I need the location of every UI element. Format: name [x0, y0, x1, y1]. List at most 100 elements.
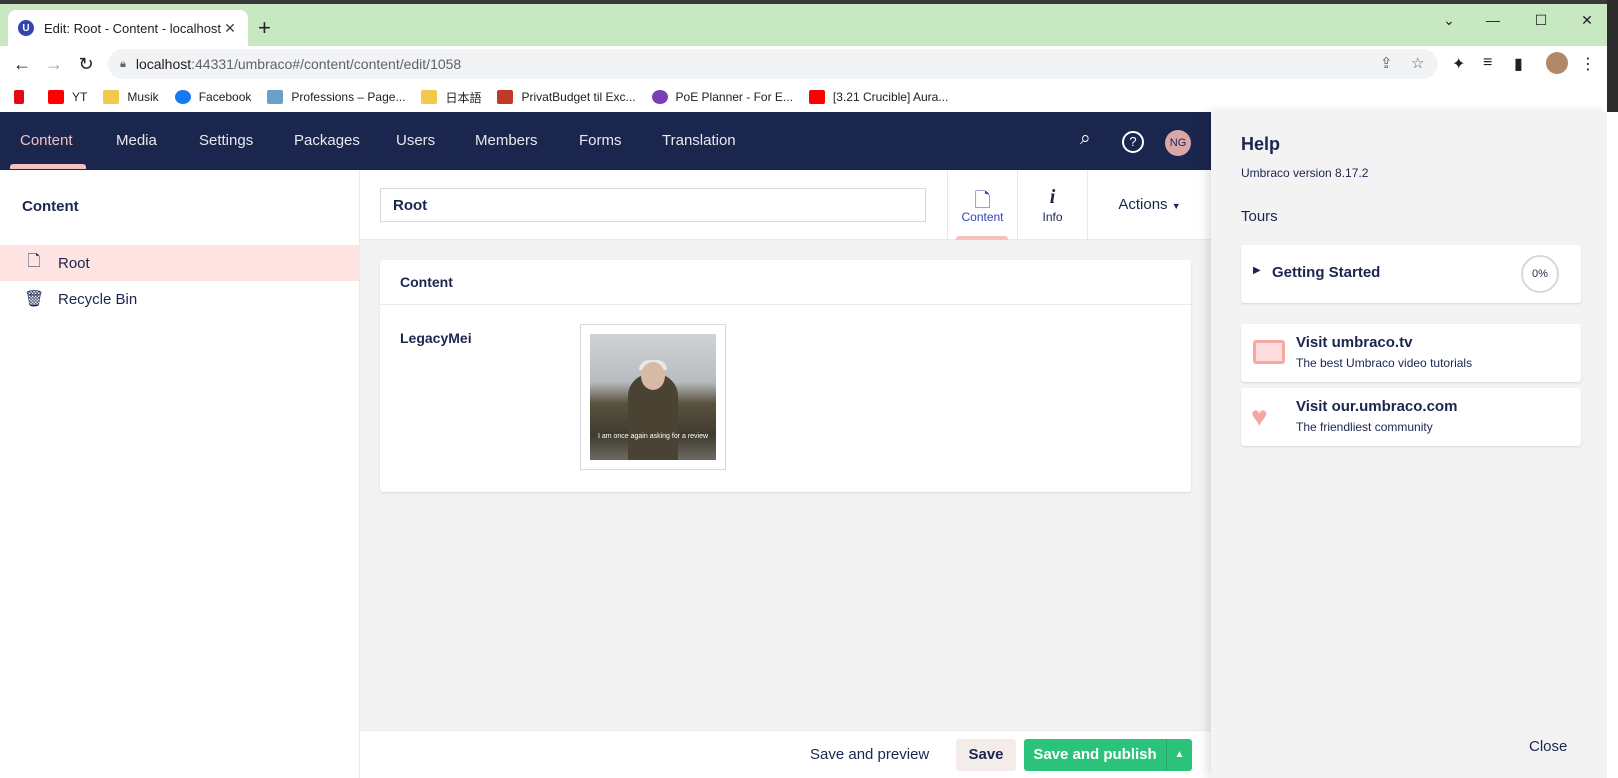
close-tab-icon[interactable]: ✕ — [222, 20, 238, 37]
active-section-indicator — [10, 164, 86, 169]
save-button[interactable]: Save — [956, 739, 1016, 771]
tab-info[interactable]: i Info — [1017, 170, 1087, 240]
caret-right-icon: ▶ — [1253, 265, 1261, 276]
tree-item-root[interactable]: 🗋︎ Root — [0, 245, 359, 281]
profile-avatar[interactable] — [1546, 52, 1568, 74]
side-panel-icon[interactable]: ▮ — [1514, 54, 1523, 74]
tour-getting-started[interactable]: ▶ Getting Started 0% — [1241, 245, 1581, 303]
bookmark-poe-planner[interactable]: PoE Planner - For E... — [651, 90, 793, 104]
media-thumbnail-image: I am once again asking for a review — [590, 334, 716, 460]
save-and-preview-button[interactable]: Save and preview — [810, 739, 929, 771]
url-path: :44331/umbraco#/content/content/edit/105… — [191, 56, 462, 72]
browser-tab-title: Edit: Root - Content - localhost — [44, 20, 222, 36]
bookmark-privatbudget[interactable]: PrivatBudget til Exc... — [497, 90, 636, 104]
new-tab-icon[interactable]: + — [258, 16, 271, 40]
back-icon[interactable]: ← — [10, 52, 34, 76]
folder-icon — [103, 90, 120, 104]
tours-heading: Tours — [1241, 208, 1278, 225]
editor-footer: Save and preview Save Save and publish ▲ — [360, 730, 1211, 778]
link-umbraco-tv[interactable]: Visit umbraco.tv The best Umbraco video … — [1241, 324, 1581, 382]
bookmark-japanese[interactable]: 日本語 — [421, 89, 481, 106]
group-title: Content — [380, 260, 1191, 305]
reload-icon[interactable]: ↻ — [74, 52, 98, 76]
browser-tab-bar: U Edit: Root - Content - localhost ✕ + ⌄… — [0, 4, 1618, 46]
heart-icon: ♥ — [1251, 401, 1268, 432]
share-icon[interactable]: ⇪ — [1380, 49, 1393, 79]
forward-icon[interactable]: → — [42, 52, 66, 76]
bookmark-star-icon[interactable]: ☆ — [1411, 49, 1424, 79]
property-group-card: Content LegacyMei I am once again asking… — [380, 260, 1191, 492]
content-tree: Content 🗋︎ Root 🗑︎ Recycle Bin — [0, 170, 360, 778]
tab-label: Info — [1042, 210, 1063, 224]
active-tab-indicator — [956, 236, 1008, 240]
menu-kebab-icon[interactable]: ⋮ — [1580, 54, 1596, 74]
umbraco-header: Content Media Settings Packages Users Me… — [0, 112, 1211, 170]
node-name-input[interactable] — [380, 188, 926, 222]
close-button[interactable]: Close — [1529, 738, 1567, 755]
link-subtitle: The best Umbraco video tutorials — [1296, 356, 1473, 370]
actions-button[interactable]: Actions ▼ — [1087, 170, 1211, 240]
bookmark-netflix[interactable] — [14, 90, 32, 104]
user-avatar[interactable]: NG — [1165, 130, 1191, 156]
minimize-icon[interactable]: — — [1483, 12, 1503, 28]
tab-search-chevron-icon[interactable]: ⌄ — [1439, 12, 1459, 29]
facebook-icon — [174, 90, 191, 104]
bookmark-yt[interactable]: YT — [48, 90, 87, 104]
umbraco-favicon-icon: U — [18, 20, 34, 36]
bookmark-crucible[interactable]: [3.21 Crucible] Aura... — [808, 90, 948, 104]
browser-window: { "browser": { "tab_title": "Edit: Root … — [0, 0, 1618, 778]
netflix-icon — [14, 90, 24, 104]
maximize-icon[interactable]: ☐ — [1531, 12, 1551, 29]
extensions-icon[interactable]: ✦ — [1452, 54, 1465, 74]
tv-icon — [1253, 340, 1285, 364]
tab-label: Content — [961, 210, 1004, 224]
tab-content[interactable]: 🗋︎ Content — [947, 170, 1017, 240]
bookmark-professions[interactable]: Professions – Page... — [267, 90, 405, 104]
section-members[interactable]: Members — [475, 112, 538, 170]
tree-item-recycle-bin[interactable]: 🗑︎ Recycle Bin — [0, 281, 359, 317]
trash-icon: 🗑︎ — [24, 291, 45, 308]
bookmark-facebook[interactable]: Facebook — [174, 90, 251, 104]
tree-title: Content — [22, 198, 79, 215]
bookmarks-bar: YT Musik Facebook Professions – Page... … — [0, 82, 1618, 112]
media-controls-icon[interactable]: ≡ — [1483, 54, 1492, 72]
document-icon: 🗋︎ — [27, 252, 41, 270]
info-icon: i — [1049, 186, 1056, 208]
browser-tab[interactable]: U Edit: Root - Content - localhost ✕ — [8, 10, 248, 46]
link-subtitle: The friendliest community — [1296, 420, 1433, 434]
section-forms[interactable]: Forms — [579, 112, 622, 170]
section-translation[interactable]: Translation — [662, 112, 736, 170]
section-content[interactable]: Content — [20, 112, 73, 170]
media-caption: I am once again asking for a review — [597, 433, 709, 440]
section-media[interactable]: Media — [116, 112, 157, 170]
grid-icon — [497, 90, 514, 104]
document-icon: 🗋︎ — [974, 190, 991, 212]
lock-icon: 🔒︎ — [120, 57, 126, 70]
url-input[interactable]: 🔒︎ localhost:44331/umbraco#/content/cont… — [108, 49, 1438, 79]
section-users[interactable]: Users — [396, 112, 435, 170]
address-bar-row: ← → ↻ 🔒︎ localhost:44331/umbraco#/conten… — [0, 46, 1618, 82]
section-packages[interactable]: Packages — [294, 112, 360, 170]
url-host: localhost — [135, 56, 192, 72]
link-title: Visit our.umbraco.com — [1296, 398, 1458, 415]
link-title: Visit umbraco.tv — [1296, 334, 1413, 351]
link-our-umbraco[interactable]: ♥ Visit our.umbraco.com The friendliest … — [1241, 388, 1581, 446]
version-text: Umbraco version 8.17.2 — [1241, 166, 1369, 180]
tree-item-label: Root — [58, 254, 90, 272]
content-editor: 🗋︎ Content i Info Actions ▼ Content Lega… — [360, 170, 1211, 778]
poe-icon — [651, 90, 668, 104]
bookmark-musik[interactable]: Musik — [103, 90, 159, 104]
caret-down-icon: ▼ — [1171, 201, 1181, 211]
media-picker-item[interactable]: I am once again asking for a review — [580, 324, 726, 470]
save-and-publish-button[interactable]: Save and publish — [1024, 739, 1166, 771]
close-window-icon[interactable]: ✕ — [1577, 12, 1597, 29]
tour-name: Getting Started — [1272, 264, 1381, 281]
search-icon[interactable]: ⌕ — [1080, 128, 1091, 150]
folder-icon — [421, 90, 438, 104]
tour-progress-circle: 0% — [1521, 255, 1559, 293]
section-settings[interactable]: Settings — [199, 112, 253, 170]
help-icon[interactable]: ? — [1122, 131, 1144, 153]
publish-options-caret-icon[interactable]: ▲ — [1166, 739, 1192, 771]
page-icon — [267, 90, 284, 104]
property-label: LegacyMei — [400, 330, 472, 346]
